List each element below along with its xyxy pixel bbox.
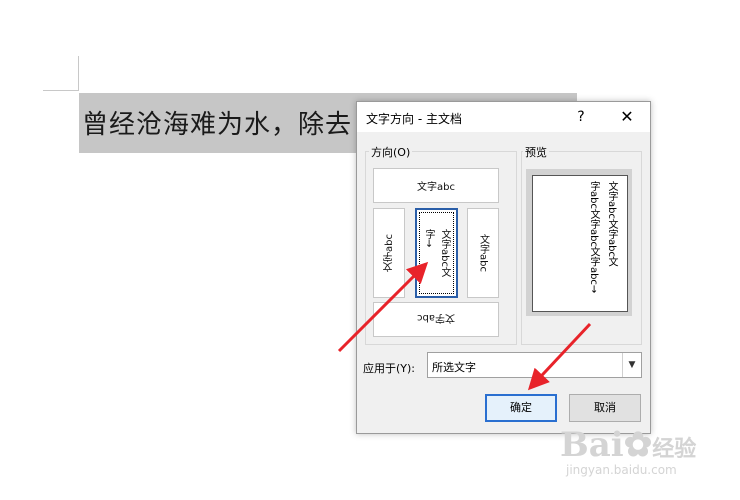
option-label: 文字abc (383, 234, 395, 272)
text-direction-dialog: 文字方向 - 主文档 ? ✕ 方向(O) 文字abc 文字abc 字→ 文字ab… (356, 101, 651, 434)
paw-icon: ✿ (623, 425, 653, 465)
option-label: 文字abc (417, 312, 455, 323)
help-icon[interactable]: ? (570, 106, 592, 128)
option-col-1: 文字abc文 (439, 229, 450, 277)
direction-option-horizontal[interactable]: 文字abc (373, 168, 499, 203)
watermark-url: jingyan.baidu.com (566, 463, 677, 477)
cancel-button[interactable]: 取消 (569, 394, 641, 422)
preview-page: 文字abc文字abc文 字abc文字abc文字abc→ (532, 175, 628, 312)
direction-option-rotated-left[interactable]: 文字abc (373, 208, 405, 298)
option-label: 文字abc (417, 182, 455, 193)
option-label: 文字abc (477, 234, 489, 272)
direction-option-rotated-right[interactable]: 文字abc (467, 208, 499, 298)
margin-corner-horizontal (43, 90, 79, 91)
option-columns: 字→ 文字abc文 (421, 229, 452, 277)
direction-group-label: 方向(O) (369, 144, 413, 160)
preview-group-label: 预览 (523, 144, 549, 160)
margin-corner-vertical (78, 56, 79, 91)
apply-to-label: 应用于(Y): (363, 362, 416, 375)
ok-button[interactable]: 确定 (485, 394, 557, 422)
close-icon[interactable]: ✕ (616, 106, 638, 128)
preview-line-1: 文字abc文字abc文 (606, 181, 617, 267)
direction-option-upside-down[interactable]: 文字abc (373, 302, 499, 337)
preview-columns: 文字abc文字abc文 字abc文字abc文字abc→ (586, 181, 619, 293)
direction-option-vertical-stacked[interactable]: 字→ 文字abc文 (415, 208, 458, 298)
dialog-titlebar: 文字方向 - 主文档 ? ✕ (357, 102, 650, 132)
preview-line-2: 字abc文字abc文字abc→ (588, 181, 599, 294)
watermark-brand-suffix: 经验 (652, 437, 697, 462)
apply-to-dropdown[interactable]: 所选文字 ▼ (427, 352, 642, 378)
chevron-down-icon[interactable]: ▼ (622, 353, 641, 377)
document-text: 曾经沧海难为水，除去 (82, 110, 353, 140)
apply-to-value: 所选文字 (432, 361, 476, 374)
watermark-brand: Bai (560, 425, 624, 465)
watermark-logo: Bai✿经验 jingyan.baidu.com (560, 425, 697, 477)
dialog-title: 文字方向 - 主文档 (366, 112, 462, 126)
option-col-2: 字→ (423, 229, 434, 248)
